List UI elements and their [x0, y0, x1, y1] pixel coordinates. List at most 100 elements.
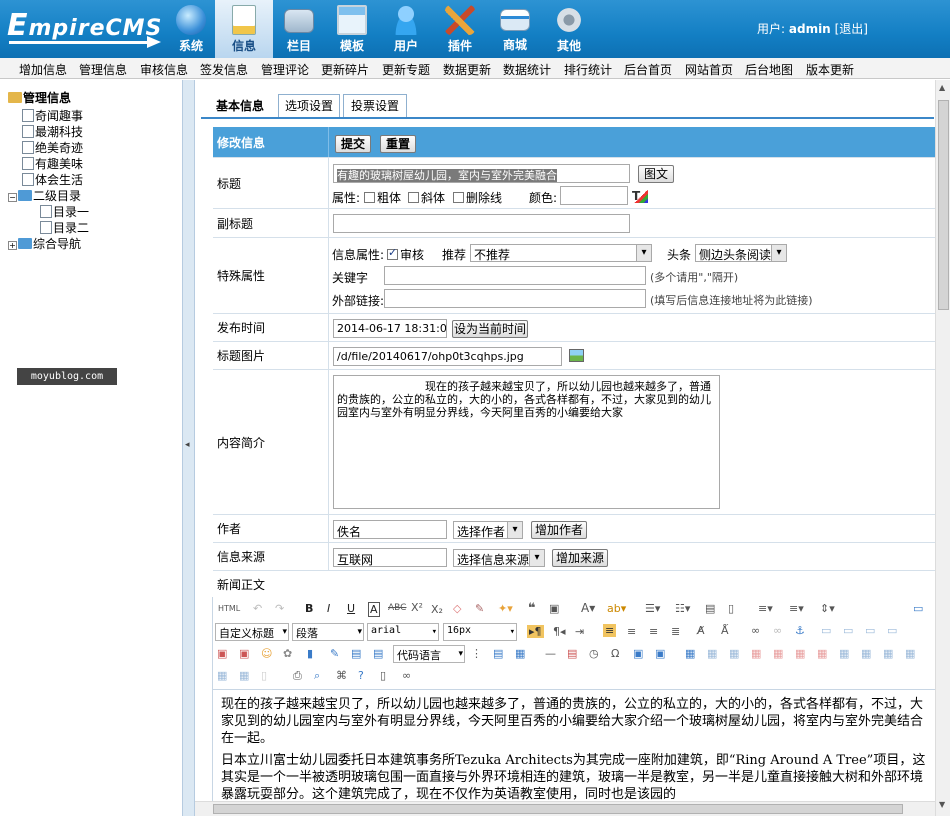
title-input[interactable]: 有趣的玻璃树屋幼儿园，室内与室外完美融合	[333, 164, 630, 183]
unordered-list-icon[interactable]: ☷▾	[675, 602, 690, 615]
ordered-list-icon[interactable]: ☰▾	[645, 602, 660, 615]
title-image-input[interactable]: /d/file/20140617/ohp0t3cqhps.jpg	[333, 347, 562, 366]
tab-vote[interactable]: 投票设置	[343, 94, 407, 118]
code-language-select[interactable]: 代码语言	[393, 645, 465, 663]
keyword-input[interactable]	[384, 266, 646, 285]
superscript-icon[interactable]: X²	[411, 601, 423, 614]
split-cells-icon[interactable]: ▦	[905, 647, 915, 660]
editor-content[interactable]: 现在的孩子越来越宝贝了，所以幼儿园也越来越多了，普通的贵族的，公立的私立的，大的…	[213, 689, 935, 816]
subscript-icon[interactable]: X₂	[431, 603, 443, 616]
ltr-icon[interactable]: ▸¶	[527, 625, 544, 638]
format-brush-icon[interactable]: ✎	[475, 602, 484, 615]
emotion-icon[interactable]: ☺	[261, 647, 272, 660]
publish-time-input[interactable]: 2014-06-17 18:31:04	[333, 319, 447, 338]
html-source-icon[interactable]: HTML	[218, 604, 240, 613]
search-replace-icon[interactable]: ⌘	[336, 669, 347, 682]
reset-button[interactable]: 重置	[380, 135, 416, 153]
color-input[interactable]	[560, 186, 628, 205]
nav-column[interactable]: 栏目	[270, 0, 328, 58]
external-link-input[interactable]	[384, 289, 646, 308]
text-case-icon[interactable]: Ǻ	[721, 624, 729, 637]
align-right-icon[interactable]: ≡	[649, 625, 658, 638]
help-icon[interactable]: ?	[358, 669, 364, 682]
summary-textarea[interactable]: 现在的孩子越来越宝贝了，所以幼儿园也越来越多了，普通的贵族的，公立的私立的，大的…	[333, 375, 720, 509]
add-source-button[interactable]: 增加来源	[552, 549, 608, 567]
music-icon[interactable]: ∞	[402, 669, 411, 682]
logout-link[interactable]: [退出]	[835, 22, 868, 36]
delete-col-icon[interactable]: ▦	[817, 647, 827, 660]
underline-icon[interactable]: U	[347, 602, 355, 615]
subnav-update-fragments[interactable]: 更新碎片	[321, 61, 369, 78]
audit-checkbox[interactable]: 审核	[387, 246, 424, 263]
subnav-audit-info[interactable]: 审核信息	[140, 61, 188, 78]
blockquote-icon[interactable]: ❝	[528, 601, 536, 616]
background-icon[interactable]: ▦	[515, 647, 525, 660]
link-icon[interactable]: ∞	[751, 624, 760, 637]
bold-icon[interactable]: B	[305, 602, 313, 615]
preview-icon[interactable]: ⌕	[314, 669, 320, 683]
nav-shop[interactable]: 商城	[486, 0, 544, 58]
tree-item[interactable]: 有趣美味	[22, 155, 83, 172]
anchor-icon[interactable]: ⚓	[795, 624, 805, 637]
select-all-icon[interactable]: ▤	[705, 602, 715, 615]
split-cols-icon[interactable]: ▦	[239, 669, 249, 682]
rtl-icon[interactable]: ¶◂	[553, 625, 566, 638]
font-size-select[interactable]: 16px	[443, 623, 517, 641]
map-icon[interactable]: ▤	[351, 647, 361, 660]
italic-icon[interactable]: I	[327, 602, 330, 615]
special-char-icon[interactable]: Ω	[611, 647, 619, 660]
multi-image-icon[interactable]: ▣	[239, 647, 249, 660]
undo-icon[interactable]: ↶	[253, 602, 262, 615]
font-border-icon[interactable]: A	[368, 602, 380, 617]
nav-system[interactable]: 系统	[162, 0, 220, 58]
page-break-icon[interactable]: ⋮	[471, 647, 482, 660]
time-icon[interactable]: ◷	[589, 647, 599, 660]
italic-checkbox[interactable]: 斜体	[408, 189, 445, 206]
attachment-icon[interactable]: ✎	[330, 647, 339, 660]
merge-cells-icon[interactable]: ▦	[839, 647, 849, 660]
tree-item[interactable]: 体会生活	[22, 171, 83, 188]
nav-info[interactable]: 信息	[215, 0, 273, 58]
nav-plugin[interactable]: 插件	[431, 0, 489, 58]
custom-style-select[interactable]: 自定义标题	[215, 623, 289, 641]
date-icon[interactable]: ▤	[567, 647, 577, 660]
horizontal-scrollbar[interactable]	[195, 801, 935, 816]
subnav-add-info[interactable]: 增加信息	[19, 61, 67, 78]
merge-down-icon[interactable]: ▦	[883, 647, 893, 660]
paste-text-icon[interactable]: ▣	[549, 602, 559, 615]
word-image-icon[interactable]: ▣	[633, 647, 643, 660]
font-color-icon[interactable]: A▾	[581, 601, 595, 615]
subnav-manage-info[interactable]: 管理信息	[79, 61, 127, 78]
unlink-icon[interactable]: ∞	[773, 624, 782, 637]
expand-icon[interactable]: +	[8, 241, 17, 250]
merge-right-icon[interactable]: ▦	[861, 647, 871, 660]
recommend-select[interactable]: 不推荐	[470, 244, 652, 262]
subnav-site-home[interactable]: 网站首页	[685, 61, 733, 78]
clear-doc-icon[interactable]: ▯	[728, 602, 734, 615]
tree-group[interactable]: − 二级目录	[8, 187, 81, 204]
insert-image-icon[interactable]: ▣	[217, 647, 227, 660]
source-select[interactable]: 选择信息来源	[453, 549, 545, 567]
submit-button[interactable]: 提交	[335, 135, 371, 153]
tab-basic-info[interactable]: 基本信息	[207, 94, 273, 118]
gmap-icon[interactable]: ▤	[373, 647, 383, 660]
chart-icon[interactable]: ▯	[261, 669, 267, 682]
strikethrough-icon[interactable]: ABC	[388, 603, 406, 613]
horizontal-rule-icon[interactable]: —	[545, 647, 556, 660]
set-current-time-button[interactable]: 设为当前时间	[452, 320, 528, 338]
subnav-data-update[interactable]: 数据更新	[443, 61, 491, 78]
row-spacing-bottom-icon[interactable]: ≡▾	[789, 602, 804, 615]
text-direction-icon[interactable]: A̸	[697, 624, 705, 637]
tree-subitem[interactable]: 目录二	[40, 219, 89, 236]
nav-other[interactable]: 其他	[540, 0, 598, 58]
tree-item[interactable]: 最潮科技	[22, 123, 83, 140]
source-input[interactable]: 互联网	[333, 548, 447, 567]
strike-checkbox[interactable]: 删除线	[453, 189, 502, 206]
add-author-button[interactable]: 增加作者	[531, 521, 587, 539]
subnav-sign-info[interactable]: 签发信息	[200, 61, 248, 78]
insert-col-icon[interactable]: ▦	[795, 647, 805, 660]
tree-root[interactable]: 管理信息	[8, 89, 71, 106]
image-float-left-icon[interactable]: ▭	[843, 624, 853, 637]
image-float-right-icon[interactable]: ▭	[865, 624, 875, 637]
vertical-scrollbar[interactable]: ▲ ▼	[935, 80, 950, 816]
